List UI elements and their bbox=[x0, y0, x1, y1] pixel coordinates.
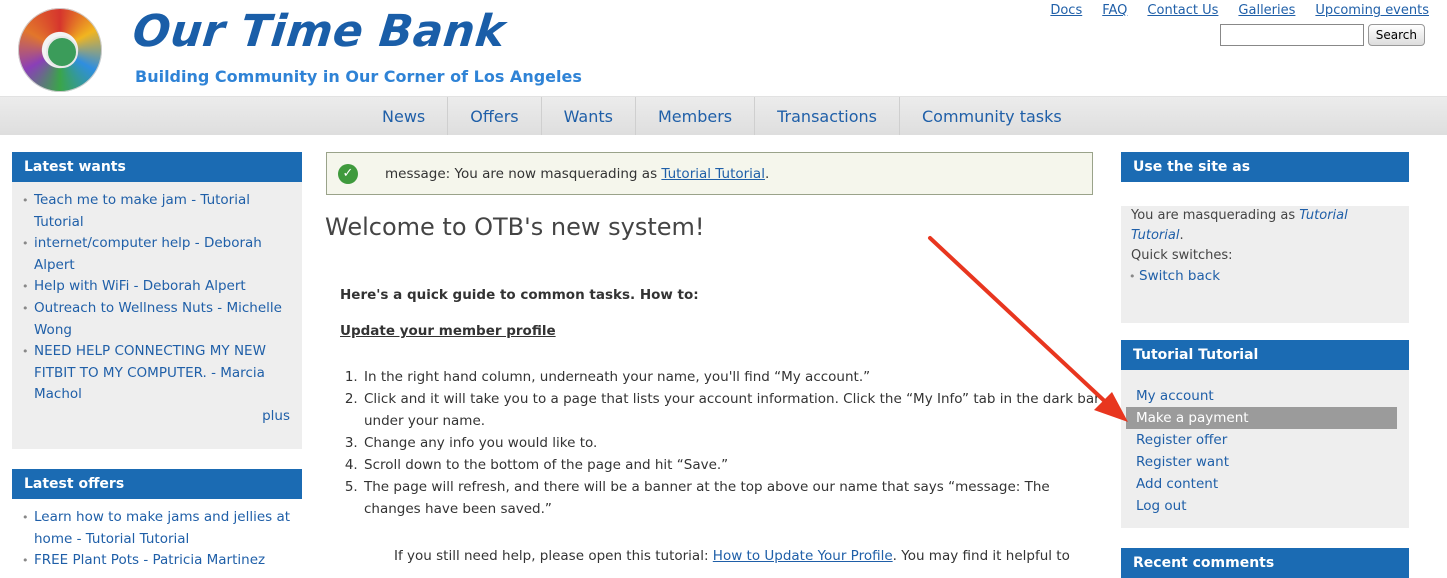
site-slogan: Building Community in Our Corner of Los … bbox=[135, 67, 582, 86]
nav-item-wants[interactable]: Wants bbox=[542, 97, 636, 135]
nav-item-members[interactable]: Members bbox=[636, 97, 756, 135]
wants-list: Teach me to make jam - Tutorial Tutorial… bbox=[12, 182, 302, 406]
user-menu: My account Make a payment Register offer… bbox=[1121, 370, 1409, 517]
help-prefix: If you still need help, please open this… bbox=[394, 548, 713, 564]
list-item[interactable]: Outreach to Wellness Nuts - Michelle Won… bbox=[16, 298, 292, 341]
top-link-docs[interactable]: Docs bbox=[1050, 3, 1082, 18]
nav-item-transactions[interactable]: Transactions bbox=[755, 97, 900, 135]
nav-item-label: Transactions bbox=[777, 106, 877, 126]
site-name[interactable]: Our Time Bank bbox=[130, 6, 508, 57]
intro-text: Here's a quick guide to common tasks. Ho… bbox=[340, 287, 699, 303]
menu-item-register-offer[interactable]: Register offer bbox=[1126, 429, 1397, 451]
search-input[interactable] bbox=[1219, 24, 1364, 46]
search-form: Search bbox=[1219, 24, 1425, 46]
use-site-as-block: Use the site as You are masquerading as … bbox=[1121, 152, 1409, 323]
list-item[interactable]: FREE Plant Pots - Patricia Martinez bbox=[16, 550, 292, 572]
top-link-upcoming-events[interactable]: Upcoming events bbox=[1315, 3, 1429, 18]
nav-item-news[interactable]: News bbox=[360, 97, 449, 135]
more-link[interactable]: plus bbox=[12, 408, 302, 424]
block-title: Recent comments bbox=[1121, 548, 1409, 578]
user-menu-block: Tutorial Tutorial My account Make a paym… bbox=[1121, 340, 1409, 528]
message-text: message: You are now masquerading as Tut… bbox=[385, 166, 769, 182]
latest-offers-block: Latest offers Learn how to make jams and… bbox=[12, 469, 302, 571]
top-links: Docs FAQ Contact Us Galleries Upcoming e… bbox=[1050, 3, 1429, 18]
list-item[interactable]: internet/computer help - Deborah Alpert bbox=[16, 233, 292, 276]
nav-item-label: Members bbox=[657, 106, 733, 126]
tutorial-link[interactable]: How to Update Your Profile bbox=[713, 548, 893, 564]
nav-item-offers[interactable]: Offers bbox=[448, 97, 542, 135]
help-suffix: . You may find it helpful to bbox=[892, 548, 1070, 564]
top-link-galleries[interactable]: Galleries bbox=[1238, 3, 1295, 18]
nav-item-label: Community tasks bbox=[922, 106, 1062, 126]
site-logo[interactable] bbox=[18, 8, 102, 92]
top-link-contact[interactable]: Contact Us bbox=[1147, 3, 1218, 18]
nav-item-label: Offers bbox=[470, 106, 519, 126]
page-title: Welcome to OTB's new system! bbox=[325, 213, 705, 241]
offers-list: Learn how to make jams and jellies at ho… bbox=[12, 499, 302, 572]
latest-wants-block: Latest wants Teach me to make jam - Tuto… bbox=[12, 152, 302, 449]
menu-item-register-want[interactable]: Register want bbox=[1126, 451, 1397, 473]
help-text: If you still need help, please open this… bbox=[394, 548, 1070, 564]
step-item: Change any info you would like to. bbox=[362, 432, 1107, 454]
check-circle-icon: ✓ bbox=[338, 164, 358, 184]
list-item[interactable]: NEED HELP CONNECTING MY NEW FITBIT TO MY… bbox=[16, 341, 292, 406]
message-suffix: . bbox=[764, 166, 770, 182]
menu-item-make-payment[interactable]: Make a payment bbox=[1126, 407, 1397, 429]
menu-item-my-account[interactable]: My account bbox=[1126, 385, 1397, 407]
quick-switches-label: Quick switches: bbox=[1131, 248, 1233, 263]
block-title: Latest offers bbox=[12, 469, 302, 499]
list-item[interactable]: Help with WiFi - Deborah Alpert bbox=[16, 276, 292, 298]
list-item[interactable]: Teach me to make jam - Tutorial Tutorial bbox=[16, 190, 292, 233]
block-title: Latest wants bbox=[12, 152, 302, 182]
step-item: The page will refresh, and there will be… bbox=[362, 476, 1107, 520]
nav-item-label: News bbox=[382, 106, 426, 126]
steps-list: In the right hand column, underneath you… bbox=[338, 366, 1107, 520]
step-item: In the right hand column, underneath you… bbox=[362, 366, 1107, 388]
recent-comments-block: Recent comments bbox=[1121, 548, 1409, 578]
top-link-faq[interactable]: FAQ bbox=[1102, 3, 1127, 18]
block-title: Use the site as bbox=[1121, 152, 1409, 182]
block-spacer bbox=[1121, 182, 1409, 206]
message-prefix: message: You are now masquerading as bbox=[385, 166, 662, 182]
step-item: Click and it will take you to a page tha… bbox=[362, 388, 1107, 432]
switch-back-link[interactable]: Switch back bbox=[1121, 266, 1409, 287]
section-heading: Update your member profile bbox=[340, 323, 556, 339]
nav-item-community-tasks[interactable]: Community tasks bbox=[900, 97, 1084, 135]
masquerade-suffix: . bbox=[1179, 228, 1184, 243]
globe-icon bbox=[46, 36, 78, 68]
nav-item-label: Wants bbox=[563, 106, 613, 126]
menu-item-add-content[interactable]: Add content bbox=[1126, 473, 1397, 495]
step-item: Scroll down to the bottom of the page an… bbox=[362, 454, 1107, 476]
primary-nav: News Offers Wants Members Transactions C… bbox=[0, 96, 1447, 135]
status-message: ✓ message: You are now masquerading as T… bbox=[326, 152, 1093, 195]
list-item[interactable]: Learn how to make jams and jellies at ho… bbox=[16, 507, 292, 550]
masquerade-prefix: You are masquerading as bbox=[1131, 208, 1300, 223]
masquerade-user-link[interactable]: Tutorial Tutorial bbox=[661, 166, 765, 182]
block-title: Tutorial Tutorial bbox=[1121, 340, 1409, 370]
masquerade-text: You are masquerading as Tutorial Tutoria… bbox=[1121, 206, 1409, 246]
search-button[interactable]: Search bbox=[1367, 24, 1425, 46]
menu-item-log-out[interactable]: Log out bbox=[1126, 495, 1397, 517]
